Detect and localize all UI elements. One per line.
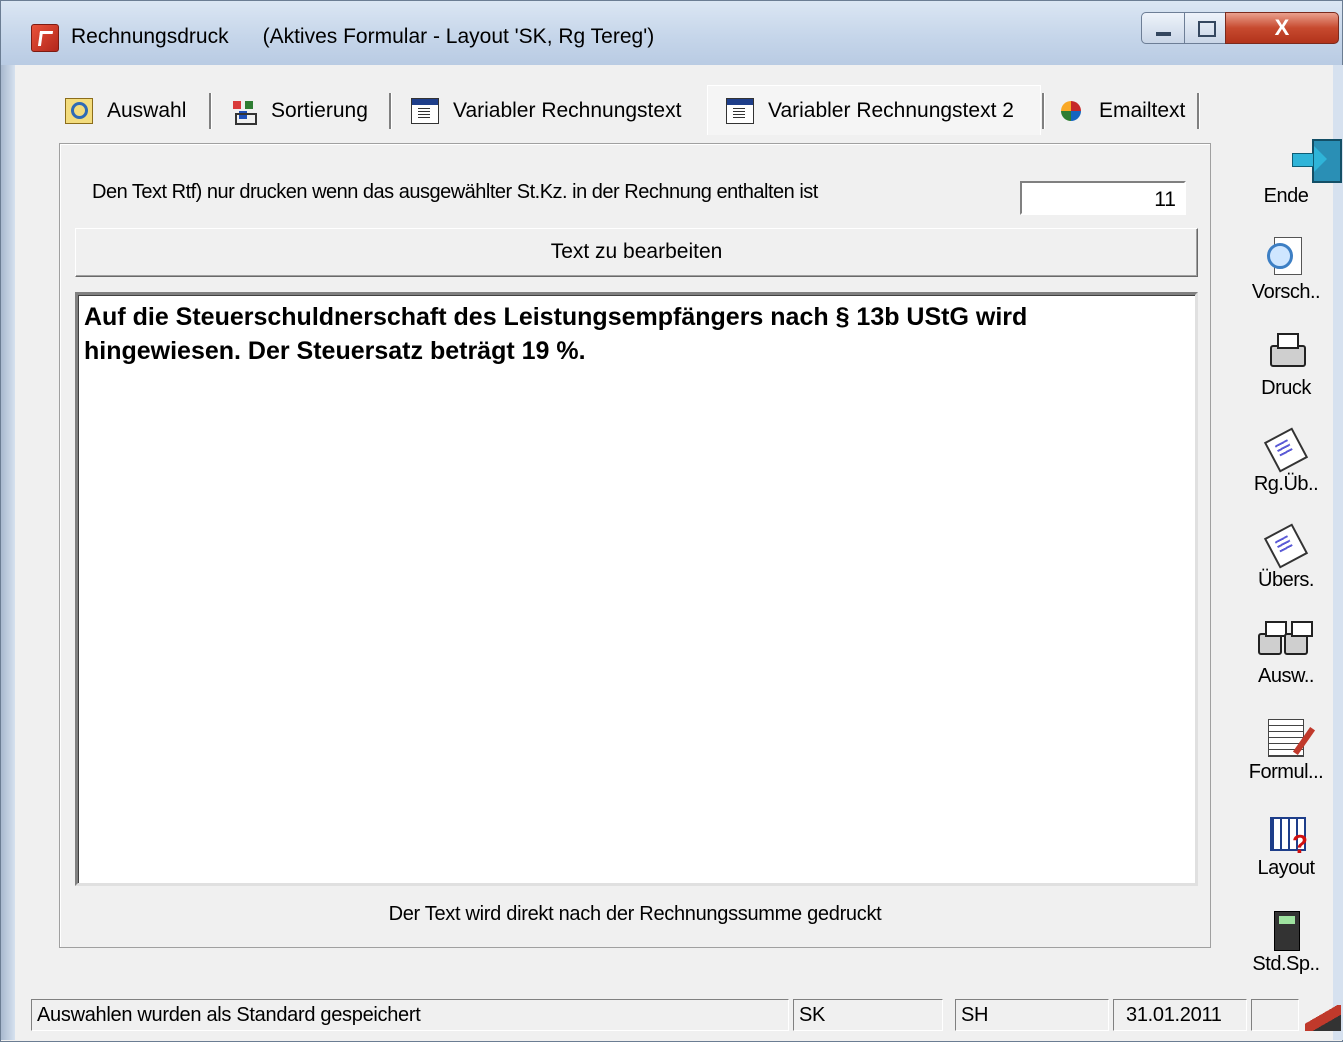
preview-icon [1264, 235, 1308, 279]
status-field-sk: SK [793, 999, 943, 1031]
stkz-input[interactable]: 11 [1020, 181, 1186, 215]
exit-door-icon [1264, 139, 1342, 183]
edit-text-button[interactable]: Text zu bearbeiten [75, 228, 1198, 277]
logo-icon [1305, 1005, 1341, 1031]
window-title-text: Rechnungsdruck [71, 25, 229, 48]
uebersicht-button[interactable]: Übers. [1241, 523, 1331, 592]
app-icon[interactable] [31, 24, 59, 52]
tab-label-auswahl: Auswahl [107, 99, 187, 122]
tab-separator [1197, 93, 1200, 129]
druck-label: Druck [1261, 377, 1311, 399]
footer-note: Der Text wird direkt nach der Rechnungss… [388, 903, 882, 925]
status-field-sh: SH [955, 999, 1109, 1031]
rtf-text-editor[interactable]: Auf die Steuerschuldnerschaft des Leistu… [75, 292, 1198, 886]
sort-icon [231, 99, 257, 125]
rg-uebersicht-label: Rg.Üb.. [1253, 473, 1319, 495]
document-icon [726, 97, 754, 124]
status-message: Auswahlen wurden als Standard gespeicher… [31, 999, 789, 1031]
window-subtitle: (Aktives Formular - Layout 'SK, Rg Tereg… [262, 25, 655, 48]
tab-label-variabler-rechnungstext-2: Variabler Rechnungstext 2 [768, 98, 1014, 122]
ende-button[interactable]: Ende [1241, 139, 1342, 208]
window-title: Rechnungsdruck (Aktives Formular - Layout… [71, 25, 654, 49]
email-icon [1059, 99, 1085, 123]
maximize-button[interactable] [1184, 12, 1226, 44]
tab-variabler-rechnungstext-2[interactable]: Variabler Rechnungstext 2 [707, 85, 1041, 135]
status-field-empty [1251, 999, 1299, 1031]
tab-auswahl[interactable]: Auswahl [65, 89, 186, 133]
overview-icon [1263, 523, 1309, 569]
tab-label-variabler-rechnungstext: Variabler Rechnungstext [453, 99, 682, 122]
invoice-overview-icon [1263, 427, 1309, 473]
formular-button[interactable]: Formul... [1241, 715, 1331, 784]
standard-speichern-button[interactable]: Std.Sp.. [1241, 907, 1331, 976]
tab-sortierung[interactable]: Sortierung [231, 89, 368, 133]
status-date: 31.01.2011 [1113, 999, 1247, 1031]
minimize-button[interactable] [1141, 12, 1185, 44]
layout-label: Layout [1257, 857, 1315, 879]
main-window: Rechnungsdruck (Aktives Formular - Layout… [0, 0, 1343, 1042]
vorschau-button[interactable]: Vorsch.. [1241, 235, 1331, 304]
vorschau-label: Vorsch.. [1251, 281, 1321, 303]
layout-help-icon: ? [1264, 811, 1308, 859]
uebersicht-label: Übers. [1258, 569, 1314, 591]
window-frame-left [1, 65, 15, 1040]
tab-separator [389, 93, 392, 129]
search-folder-icon [65, 98, 93, 124]
close-icon: X [1274, 15, 1290, 40]
formular-label: Formul... [1248, 761, 1324, 783]
tab-label-sortierung: Sortierung [271, 99, 368, 122]
status-bar: Auswahlen wurden als Standard gespeicher… [15, 997, 1341, 1035]
ende-label: Ende [1263, 185, 1309, 207]
tab-separator [209, 93, 212, 129]
standard-speichern-label: Std.Sp.. [1252, 953, 1320, 975]
multi-printer-icon [1258, 619, 1313, 663]
printer-icon [1264, 331, 1308, 375]
layout-button[interactable]: ? Layout [1241, 811, 1331, 880]
auswahl-druck-label: Ausw.. [1258, 665, 1314, 687]
rtf-text-content: Auf die Steuerschuldnerschaft des Leistu… [84, 303, 1028, 365]
rg-uebersicht-button[interactable]: Rg.Üb.. [1241, 427, 1331, 496]
document-icon [411, 98, 439, 124]
form-edit-icon [1264, 715, 1308, 759]
window-frame-right [1333, 65, 1343, 1040]
close-button[interactable]: X [1225, 12, 1339, 44]
tab-emailtext[interactable]: Emailtext [1059, 89, 1185, 133]
tab-label-emailtext: Emailtext [1099, 99, 1186, 122]
auswahl-druck-button[interactable]: Ausw.. [1241, 619, 1331, 688]
save-default-icon [1264, 907, 1308, 951]
tab-variabler-rechnungstext[interactable]: Variabler Rechnungstext [411, 89, 681, 133]
condition-label: Den Text Rtf) nur drucken wenn das ausge… [92, 181, 818, 203]
druck-button[interactable]: Druck [1241, 331, 1331, 400]
title-bar[interactable]: Rechnungsdruck (Aktives Formular - Layout… [1, 1, 1342, 65]
tab-separator [1042, 93, 1045, 129]
